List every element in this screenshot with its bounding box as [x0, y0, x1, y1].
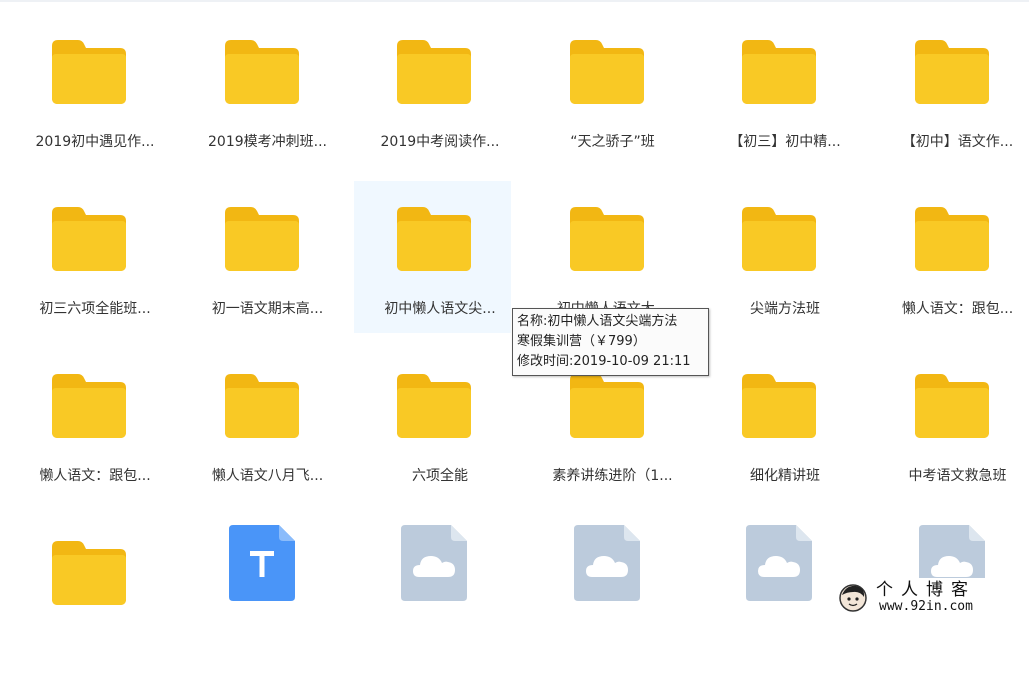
file-name-label: 素养讲练进阶（1...: [527, 465, 699, 485]
file-name-label: 中考语文救急班: [872, 465, 1029, 485]
file-name-label: 2019中考阅读作...: [354, 131, 526, 151]
folder-icon: [395, 207, 473, 271]
file-name-label: 尖端方法班: [699, 298, 871, 318]
cloud-file-icon: [568, 525, 646, 589]
folder-item[interactable]: 初三六项全能班...: [9, 181, 166, 333]
folder-item[interactable]: 懒人语文：跟包...: [872, 181, 1029, 333]
folder-item[interactable]: 细化精讲班: [699, 348, 856, 500]
folder-item[interactable]: 尖端方法班: [699, 181, 856, 333]
file-item[interactable]: [699, 515, 856, 667]
file-name-label: 初中懒人语文尖...: [354, 298, 526, 318]
folder-item[interactable]: 初中懒人语文尖...: [354, 181, 511, 333]
tooltip-name-cont: 寒假集训营（￥799）: [517, 332, 704, 352]
file-item[interactable]: [354, 515, 511, 667]
folder-item[interactable]: 2019中考阅读作...: [354, 14, 511, 166]
file-name-label: 懒人语文：跟包...: [9, 465, 181, 485]
folder-icon: [913, 40, 991, 104]
watermark: 个人博客 www.92in.com: [834, 578, 1024, 618]
folder-icon: [223, 40, 301, 104]
file-tooltip: 名称:初中懒人语文尖端方法 寒假集训营（￥799） 修改时间:2019-10-0…: [512, 308, 709, 376]
folder-item[interactable]: 【初三】初中精...: [699, 14, 856, 166]
file-name-label: 2019模考冲刺班...: [182, 131, 354, 151]
tooltip-modified-line: 修改时间:2019-10-09 21:11: [517, 352, 704, 372]
folder-item[interactable]: 2019模考冲刺班...: [182, 14, 339, 166]
file-name-label: 初三六项全能班...: [9, 298, 181, 318]
folder-icon: [740, 374, 818, 438]
folder-icon: [913, 374, 991, 438]
file-name-label: 六项全能: [354, 465, 526, 485]
folder-icon: [913, 207, 991, 271]
file-name-label: 懒人语文八月飞...: [182, 465, 354, 485]
folder-item[interactable]: 2019初中遇见作...: [9, 14, 166, 166]
folder-icon: [50, 374, 128, 438]
watermark-url: www.92in.com: [879, 599, 973, 615]
folder-item[interactable]: 懒人语文八月飞...: [182, 348, 339, 500]
file-name-label: 【初中】语文作...: [872, 131, 1029, 151]
watermark-title: 个人博客: [876, 581, 976, 599]
file-name-label: 懒人语文：跟包...: [872, 298, 1029, 318]
folder-icon: [740, 40, 818, 104]
folder-icon: [50, 40, 128, 104]
folder-icon: [395, 374, 473, 438]
folder-item[interactable]: 初一语文期末高...: [182, 181, 339, 333]
folder-item[interactable]: 【初中】语文作...: [872, 14, 1029, 166]
folder-icon: [50, 207, 128, 271]
file-name-label: 【初三】初中精...: [699, 131, 871, 151]
folder-item[interactable]: 中考语文救急班: [872, 348, 1029, 500]
folder-item[interactable]: [9, 515, 166, 667]
folder-icon: [50, 541, 128, 605]
folder-icon: [568, 374, 646, 438]
text-file-icon: [223, 525, 301, 589]
folder-icon: [740, 207, 818, 271]
avatar-icon: [838, 583, 868, 613]
folder-item[interactable]: 懒人语文：跟包...: [9, 348, 166, 500]
file-name-label: 初一语文期末高...: [182, 298, 354, 318]
folder-icon: [223, 374, 301, 438]
folder-icon: [568, 207, 646, 271]
file-item[interactable]: [527, 515, 684, 667]
file-item[interactable]: [182, 515, 339, 667]
folder-item[interactable]: “天之骄子”班: [527, 14, 684, 166]
cloud-file-icon: [740, 525, 818, 589]
folder-item[interactable]: 六项全能: [354, 348, 511, 500]
folder-icon: [395, 40, 473, 104]
top-divider: [0, 0, 1029, 2]
file-name-label: 细化精讲班: [699, 465, 871, 485]
file-name-label: “天之骄子”班: [527, 131, 699, 151]
tooltip-name-line: 名称:初中懒人语文尖端方法: [517, 312, 704, 332]
cloud-file-icon: [395, 525, 473, 589]
folder-icon: [223, 207, 301, 271]
file-name-label: 2019初中遇见作...: [9, 131, 181, 151]
folder-icon: [568, 40, 646, 104]
